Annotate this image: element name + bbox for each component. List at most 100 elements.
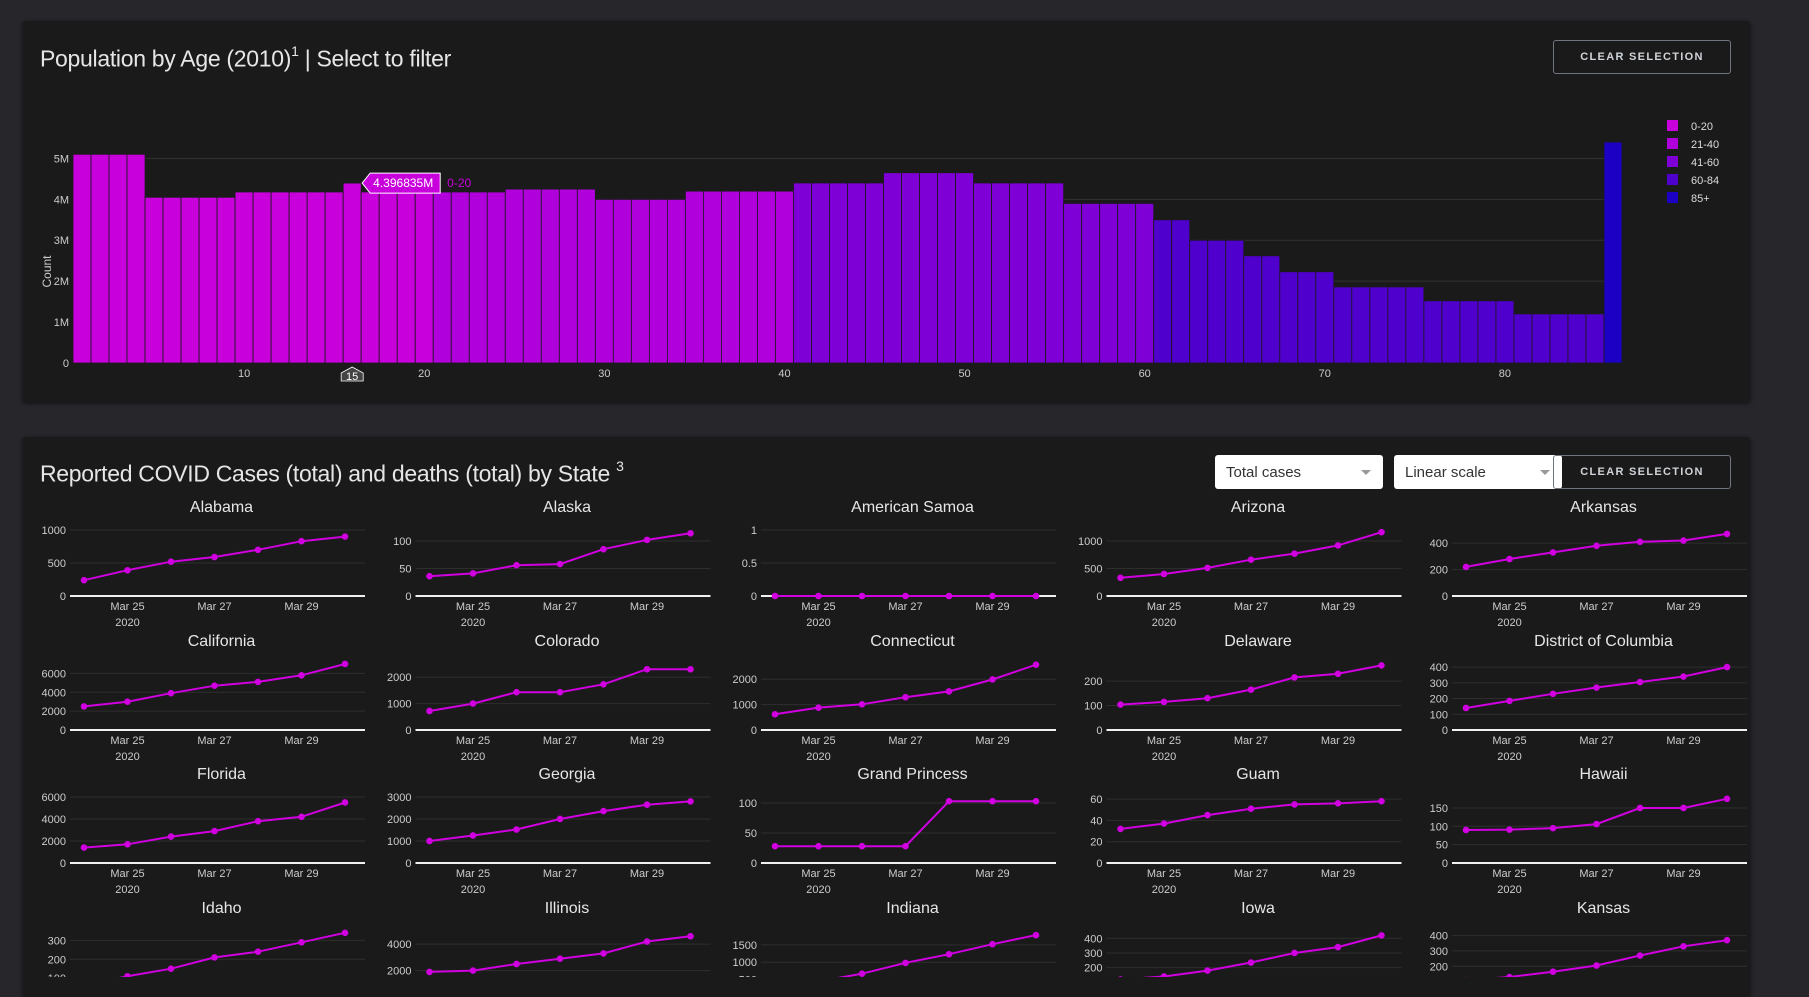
state-data-point[interactable] bbox=[1248, 686, 1255, 693]
state-data-point[interactable] bbox=[1378, 932, 1385, 939]
state-data-point[interactable] bbox=[1161, 820, 1168, 827]
state-data-point[interactable] bbox=[1378, 529, 1385, 536]
state-data-point[interactable] bbox=[687, 798, 694, 805]
state-data-point[interactable] bbox=[989, 676, 996, 683]
state-data-point[interactable] bbox=[1204, 967, 1211, 974]
state-data-point[interactable] bbox=[1506, 556, 1513, 563]
state-data-point[interactable] bbox=[989, 941, 996, 948]
state-chart[interactable]: Iowa200300400Mar 252020Mar 27Mar 29 bbox=[1084, 900, 1401, 977]
age-bar[interactable] bbox=[811, 183, 829, 363]
age-bar[interactable] bbox=[343, 183, 361, 363]
state-data-point[interactable] bbox=[470, 832, 477, 839]
age-bar[interactable] bbox=[1568, 314, 1586, 363]
age-bar[interactable] bbox=[1082, 203, 1100, 363]
state-data-point[interactable] bbox=[342, 799, 349, 806]
age-bar[interactable] bbox=[541, 189, 559, 363]
age-bar[interactable] bbox=[307, 192, 325, 363]
state-data-point[interactable] bbox=[557, 955, 564, 962]
legend-label[interactable]: 21-40 bbox=[1691, 139, 1719, 151]
age-bar[interactable] bbox=[1478, 301, 1496, 363]
state-data-point[interactable] bbox=[1550, 549, 1557, 556]
age-bar[interactable] bbox=[271, 192, 289, 363]
age-bar[interactable] bbox=[235, 192, 253, 363]
age-bar[interactable] bbox=[91, 154, 109, 363]
age-bar[interactable] bbox=[199, 197, 217, 363]
state-data-point[interactable] bbox=[81, 703, 88, 710]
state-data-point[interactable] bbox=[1724, 531, 1731, 538]
state-data-point[interactable] bbox=[902, 960, 909, 967]
age-bar[interactable] bbox=[1046, 183, 1064, 363]
state-data-point[interactable] bbox=[1724, 664, 1731, 671]
age-bar[interactable] bbox=[667, 199, 685, 363]
state-chart[interactable]: Connecticut010002000Mar 252020Mar 27Mar … bbox=[733, 633, 1056, 763]
age-bar[interactable] bbox=[938, 173, 956, 363]
state-data-point[interactable] bbox=[124, 698, 131, 705]
state-data-point[interactable] bbox=[1378, 662, 1385, 669]
age-bar[interactable] bbox=[1136, 203, 1154, 363]
state-data-point[interactable] bbox=[1033, 661, 1040, 668]
age-bar[interactable] bbox=[631, 199, 649, 363]
age-bar[interactable] bbox=[1190, 240, 1208, 363]
state-chart[interactable]: Alaska050100Mar 252020Mar 27Mar 29 bbox=[393, 499, 710, 629]
age-bar[interactable] bbox=[1586, 314, 1604, 363]
state-chart[interactable]: Alabama05001000Mar 252020Mar 27Mar 29 bbox=[42, 499, 365, 629]
state-data-point[interactable] bbox=[1033, 798, 1040, 805]
state-data-point[interactable] bbox=[124, 841, 131, 848]
age-bar[interactable] bbox=[451, 192, 469, 363]
age-bar[interactable] bbox=[145, 197, 163, 363]
state-data-point[interactable] bbox=[772, 711, 779, 718]
state-data-point[interactable] bbox=[1335, 542, 1342, 549]
state-data-point[interactable] bbox=[426, 838, 433, 845]
state-data-point[interactable] bbox=[168, 965, 175, 972]
age-bar[interactable] bbox=[127, 154, 145, 363]
state-data-point[interactable] bbox=[902, 593, 909, 600]
state-data-point[interactable] bbox=[255, 546, 262, 553]
state-data-point[interactable] bbox=[211, 682, 218, 689]
state-data-point[interactable] bbox=[557, 816, 564, 823]
age-bar[interactable] bbox=[559, 189, 577, 363]
age-bar[interactable] bbox=[649, 199, 667, 363]
state-data-point[interactable] bbox=[81, 577, 88, 584]
state-data-point[interactable] bbox=[1637, 952, 1644, 959]
state-chart[interactable]: American Samoa00.51Mar 252020Mar 27Mar 2… bbox=[742, 499, 1056, 629]
age-bar[interactable] bbox=[920, 173, 938, 363]
state-data-point[interactable] bbox=[1161, 973, 1168, 977]
age-bar[interactable] bbox=[793, 183, 811, 363]
state-data-point[interactable] bbox=[1463, 827, 1470, 834]
state-chart[interactable]: Hawaii050100150Mar 252020Mar 27Mar 29 bbox=[1430, 766, 1747, 896]
state-data-point[interactable] bbox=[600, 808, 607, 815]
state-chart[interactable]: District of Columbia0100200300400Mar 252… bbox=[1430, 633, 1747, 763]
state-data-point[interactable] bbox=[1291, 550, 1298, 557]
state-data-point[interactable] bbox=[557, 561, 564, 568]
state-chart[interactable]: California0200040006000Mar 252020Mar 27M… bbox=[42, 633, 365, 763]
state-data-point[interactable] bbox=[255, 818, 262, 825]
state-data-point[interactable] bbox=[859, 843, 866, 850]
state-data-point[interactable] bbox=[1463, 705, 1470, 712]
state-data-point[interactable] bbox=[1463, 564, 1470, 571]
state-data-point[interactable] bbox=[124, 567, 131, 574]
state-data-point[interactable] bbox=[1335, 670, 1342, 677]
state-data-point[interactable] bbox=[859, 701, 866, 708]
state-data-point[interactable] bbox=[1117, 701, 1124, 708]
state-data-point[interactable] bbox=[1204, 695, 1211, 702]
legend-label[interactable]: 0-20 bbox=[1691, 121, 1713, 133]
age-bar[interactable] bbox=[829, 183, 847, 363]
state-chart[interactable]: Illinois20004000Mar 252020Mar 27Mar 29 bbox=[387, 900, 710, 977]
state-data-point[interactable] bbox=[1593, 821, 1600, 828]
age-bar[interactable] bbox=[181, 197, 199, 363]
legend-label[interactable]: 60-84 bbox=[1691, 175, 1719, 187]
state-chart[interactable]: Florida0200040006000Mar 252020Mar 27Mar … bbox=[42, 766, 365, 896]
state-data-point[interactable] bbox=[1378, 798, 1385, 805]
state-data-point[interactable] bbox=[1637, 539, 1644, 546]
age-bar[interactable] bbox=[361, 192, 379, 363]
age-bar[interactable] bbox=[1604, 142, 1622, 363]
state-data-point[interactable] bbox=[1033, 932, 1040, 939]
state-data-point[interactable] bbox=[1291, 801, 1298, 808]
state-data-point[interactable] bbox=[600, 681, 607, 688]
state-data-point[interactable] bbox=[426, 969, 433, 976]
legend-swatch[interactable] bbox=[1667, 174, 1678, 185]
age-bar[interactable] bbox=[73, 154, 91, 363]
state-data-point[interactable] bbox=[1593, 962, 1600, 969]
age-bar[interactable] bbox=[397, 192, 415, 363]
age-bar[interactable] bbox=[992, 183, 1010, 363]
